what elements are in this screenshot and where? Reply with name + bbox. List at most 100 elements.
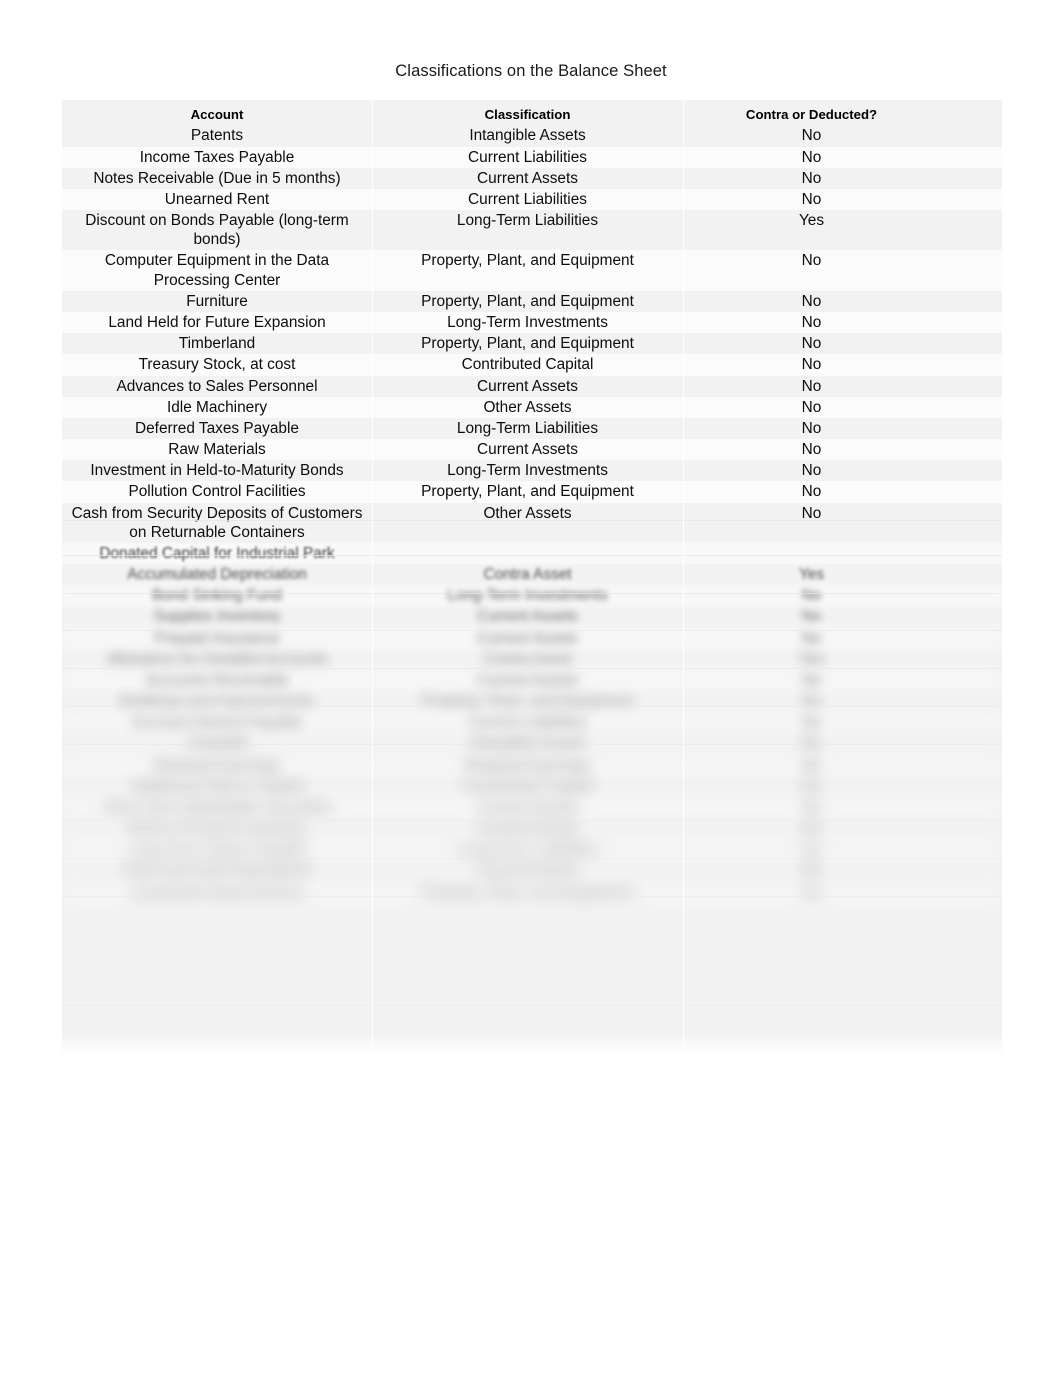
table-row: Unearned Rent Current Liabilities No (62, 188, 1002, 211)
cell-account: Timberland (178, 335, 256, 353)
cell-contra-value: No (801, 252, 822, 270)
cell-contra-value: No (801, 587, 822, 605)
cell-contra-value: No (801, 419, 822, 437)
table-row: Additional Paid-in Capital Contributed Ca… (62, 776, 1002, 797)
cell-contra: No (683, 818, 1002, 839)
table-row: Cash and Cash Equivalents Current Assets N… (62, 860, 1002, 881)
table-row: Discount on Bonds Payable (long-term bon… (62, 210, 1002, 250)
table-row: Deferred Taxes Payable Long-Term Liabilit… (62, 418, 1002, 439)
cell-contra: No (683, 860, 1002, 881)
cell-contra: No (683, 796, 1002, 819)
cell-contra: No (683, 311, 1002, 334)
cell-contra: No (683, 460, 1002, 481)
cell-contra-value: No (801, 883, 822, 901)
table-row: Computer Equipment in the Data Processin… (62, 250, 1002, 291)
cell-contra-value: No (801, 441, 822, 459)
cell-contra-value: Yes (798, 566, 825, 584)
cell-contra: No (683, 691, 1002, 712)
cell-classification: Current Liabilities (372, 146, 683, 168)
cell-contra-value: No (801, 127, 822, 145)
cell-classification: Current Assets (477, 608, 578, 626)
cell-classification: Property, Plant, and Equipment (421, 693, 634, 711)
row-divider (62, 972, 1002, 973)
cell-classification: Current Assets (372, 796, 683, 819)
column-header-contra-label: Contra or Deducted? (745, 107, 878, 122)
cell-contra-value: No (801, 483, 822, 501)
table-row: Donated Capital for Industrial Park (62, 542, 1002, 565)
table-row: Accrued Interest Payable Current Liabilit… (62, 712, 1002, 734)
cell-classification: Current Assets (372, 439, 683, 461)
cell-contra: No (683, 376, 1002, 397)
cell-contra: No (683, 188, 1002, 211)
document-page: Classifications on the Balance Sheet Acc… (0, 0, 1062, 1377)
bottom-fade-overlay (62, 1032, 1002, 1058)
cell-contra: No (683, 585, 1002, 607)
cell-classification: Intangible Assets (469, 127, 586, 145)
cell-classification: Other Assets (372, 396, 683, 418)
cell-account: Patents (190, 127, 244, 145)
cell-contra-value: No (801, 190, 822, 208)
row-divider (62, 1038, 1002, 1039)
page-title: Classifications on the Balance Sheet (395, 62, 667, 80)
cell-contra: No (683, 712, 1002, 734)
table-row: Accounts Receivable Current Assets No (62, 669, 1002, 692)
cell-account: Additional Paid-in Capital (131, 777, 303, 795)
cell-account: Goodwill (187, 735, 247, 753)
cell-contra-value: No (801, 356, 822, 374)
cell-contra-value: No (801, 735, 822, 753)
cell-account: Unearned Rent (62, 188, 372, 211)
cell-contra: No (683, 418, 1002, 439)
cell-account: Supplies Inventory (153, 608, 281, 626)
classifications-table: Account Classification Contra or Deducte… (62, 100, 1002, 903)
cell-contra: No (683, 125, 1002, 146)
table-row: Notes Receivable (Due in 5 months) Curren… (62, 168, 1002, 189)
table-row: Goodwill Intangible Assets No (62, 733, 1002, 754)
cell-contra: No (683, 168, 1002, 189)
table-row: Prepaid Insurance Current Assets No (62, 627, 1002, 649)
cell-account: Advances to Sales Personnel (116, 377, 318, 395)
cell-contra-value: No (801, 693, 822, 711)
cell-contra: No (683, 396, 1002, 418)
cell-classification: Property, Plant, and Equipment (421, 292, 634, 310)
cell-classification: Intangible Assets (469, 735, 586, 753)
table-row: Patents Intangible Assets No (62, 125, 1002, 146)
cell-classification: Long-Term Investments (372, 585, 683, 607)
cell-account: Bond Sinking Fund (62, 585, 372, 607)
cell-contra: No (683, 733, 1002, 754)
cell-account: Idle Machinery (62, 396, 372, 418)
cell-account: Accrued Interest Payable (62, 712, 372, 734)
cell-account: Buildings and Improvements (119, 693, 315, 711)
cell-contra-value: No (801, 777, 822, 795)
cell-contra-value: Yes (798, 212, 825, 230)
table-row: Timberland Property, Plant, and Equipment… (62, 333, 1002, 354)
cell-classification: Contributed Capital (461, 777, 594, 795)
cell-contra: No (683, 776, 1002, 797)
column-header-account: Account (190, 107, 244, 122)
cell-contra: No (683, 291, 1002, 312)
cell-contra-value: No (801, 841, 822, 859)
cell-contra: No (683, 839, 1002, 861)
cell-contra: No (683, 606, 1002, 627)
cell-contra-value: No (801, 398, 822, 416)
cell-account: Accounts Receivable (62, 669, 372, 692)
cell-classification: Long-Term Liabilities (372, 839, 683, 861)
table-row: Land Held for Future Expansion Long-Term … (62, 311, 1002, 334)
cell-account: Notes Receivable (Due in 5 months) (93, 169, 341, 187)
table-row: Idle Machinery Other Assets No (62, 396, 1002, 418)
cell-contra: No (683, 754, 1002, 776)
cell-account: Raw Materials (62, 439, 372, 461)
cell-classification: Current Assets (372, 627, 683, 649)
cell-contra: No (683, 354, 1002, 376)
cell-account: Leasehold Improvements (62, 881, 372, 903)
cell-classification: Current Liabilities (372, 712, 683, 734)
cell-account: Pollution Control Facilities (62, 481, 372, 503)
column-header-classification: Classification (484, 107, 571, 122)
table-row: Leasehold Improvements Property, Plant, a… (62, 881, 1002, 903)
table-row: Allowance for Doubtful Accounts Contra As… (62, 649, 1002, 670)
table-row: Work in Process Inventory Current Assets N… (62, 818, 1002, 839)
row-divider (62, 934, 1002, 935)
cell-contra-value: No (801, 462, 822, 480)
cell-contra-value: No (801, 313, 822, 331)
table-row: Buildings and Improvements Property, Plan… (62, 691, 1002, 712)
cell-account: Discount on Bonds Payable (long-term bon… (85, 212, 349, 249)
